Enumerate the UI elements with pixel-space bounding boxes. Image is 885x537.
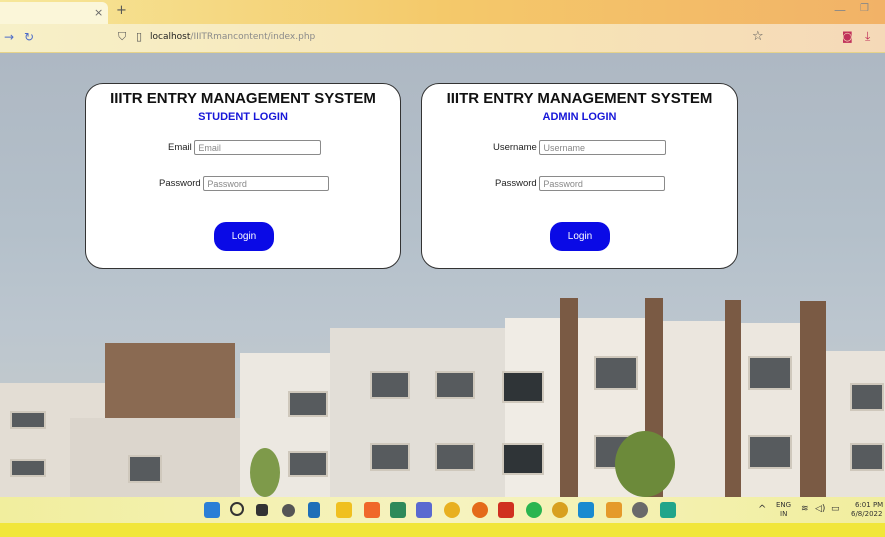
minimize-icon[interactable]: — [834, 3, 846, 17]
xampp-icon[interactable] [606, 502, 622, 518]
student-login-heading: STUDENT LOGIN [198, 111, 288, 123]
username-label: Username [493, 142, 537, 154]
download-icon[interactable]: ⤓ [865, 29, 870, 44]
student-login-button[interactable]: Login [214, 222, 274, 251]
brave-icon[interactable] [364, 502, 380, 518]
firefox-icon[interactable] [472, 502, 488, 518]
browser-tab[interactable]: × [0, 2, 108, 24]
student-login-card: IIITR ENTRY MANAGEMENT SYSTEM STUDENT LO… [85, 83, 401, 269]
vscode-icon[interactable] [578, 502, 594, 518]
admin-login-card: IIITR ENTRY MANAGEMENT SYSTEM ADMIN LOGI… [421, 83, 738, 269]
bookmark-star-icon[interactable]: ☆ [752, 29, 764, 44]
email-input[interactable] [194, 140, 322, 155]
admin-login-button[interactable]: Login [550, 222, 610, 251]
clock-time[interactable]: 6:01 PM [855, 501, 883, 509]
student-card-title: IIITR ENTRY MANAGEMENT SYSTEM [110, 90, 376, 107]
tab-close-icon[interactable]: × [94, 6, 103, 19]
tab-bar: × + — ❐ [0, 0, 885, 24]
shield-icon[interactable]: ⛉ [118, 30, 126, 44]
store-icon[interactable] [390, 502, 406, 518]
navigation-bar: → ↻ ⛉ ▯ localhost/IIITRmancontent/index.… [0, 24, 885, 53]
email-row: Email [168, 140, 322, 155]
settings-icon[interactable] [632, 502, 648, 518]
admin-password-label: Password [495, 178, 537, 190]
clock-date[interactable]: 6/8/2022 [851, 510, 882, 518]
chrome-icon[interactable] [444, 502, 460, 518]
start-icon[interactable] [204, 502, 220, 518]
search-icon[interactable] [230, 502, 244, 516]
url-host: localhost [150, 32, 191, 42]
admin-login-heading: ADMIN LOGIN [542, 111, 617, 123]
volume-icon[interactable]: ◁) [815, 504, 825, 514]
screen-glow-bottom [0, 523, 885, 537]
page-icon: ▯ [136, 30, 143, 43]
task-view-icon[interactable] [256, 504, 268, 516]
teams-icon[interactable] [416, 502, 432, 518]
restore-icon[interactable]: ❐ [860, 3, 869, 14]
acrobat-icon[interactable] [498, 502, 514, 518]
admin-password-row: Password [495, 176, 666, 191]
pocket-icon[interactable]: ◙ [842, 30, 853, 43]
student-password-label: Password [159, 178, 201, 190]
username-row: Username [493, 140, 667, 155]
taskbar: ^ ENG IN ≋ ◁) ▭ 6:01 PM 6/8/2022 [0, 497, 885, 523]
tray-chevron-icon[interactable]: ^ [758, 504, 766, 515]
wifi-icon[interactable]: ≋ [801, 504, 809, 514]
page-content: IIITR ENTRY MANAGEMENT SYSTEM STUDENT LO… [0, 53, 885, 497]
address-bar[interactable]: ⛉ ▯ localhost/IIITRmancontent/index.php … [112, 27, 772, 49]
admin-password-input[interactable] [539, 176, 666, 191]
calculator-icon[interactable] [308, 502, 320, 518]
student-password-input[interactable] [203, 176, 330, 191]
username-input[interactable] [539, 140, 667, 155]
chat-icon[interactable] [282, 504, 295, 517]
file-explorer-icon[interactable] [336, 502, 352, 518]
language-code[interactable]: ENG [776, 501, 791, 509]
email-label: Email [168, 142, 192, 154]
battery-icon[interactable]: ▭ [831, 504, 840, 514]
url-path: /IIITRmancontent/index.php [190, 32, 316, 42]
url-text[interactable]: localhost/IIITRmancontent/index.php [150, 32, 315, 42]
language-region[interactable]: IN [780, 510, 787, 518]
whatsapp-icon[interactable] [526, 502, 542, 518]
forward-icon[interactable]: → [4, 30, 14, 44]
new-tab-button[interactable]: + [116, 3, 127, 18]
admin-card-title: IIITR ENTRY MANAGEMENT SYSTEM [446, 90, 713, 107]
chrome-dev-icon[interactable] [552, 502, 568, 518]
student-password-row: Password [159, 176, 330, 191]
media-player-icon[interactable] [660, 502, 676, 518]
reload-icon[interactable]: ↻ [24, 30, 34, 44]
